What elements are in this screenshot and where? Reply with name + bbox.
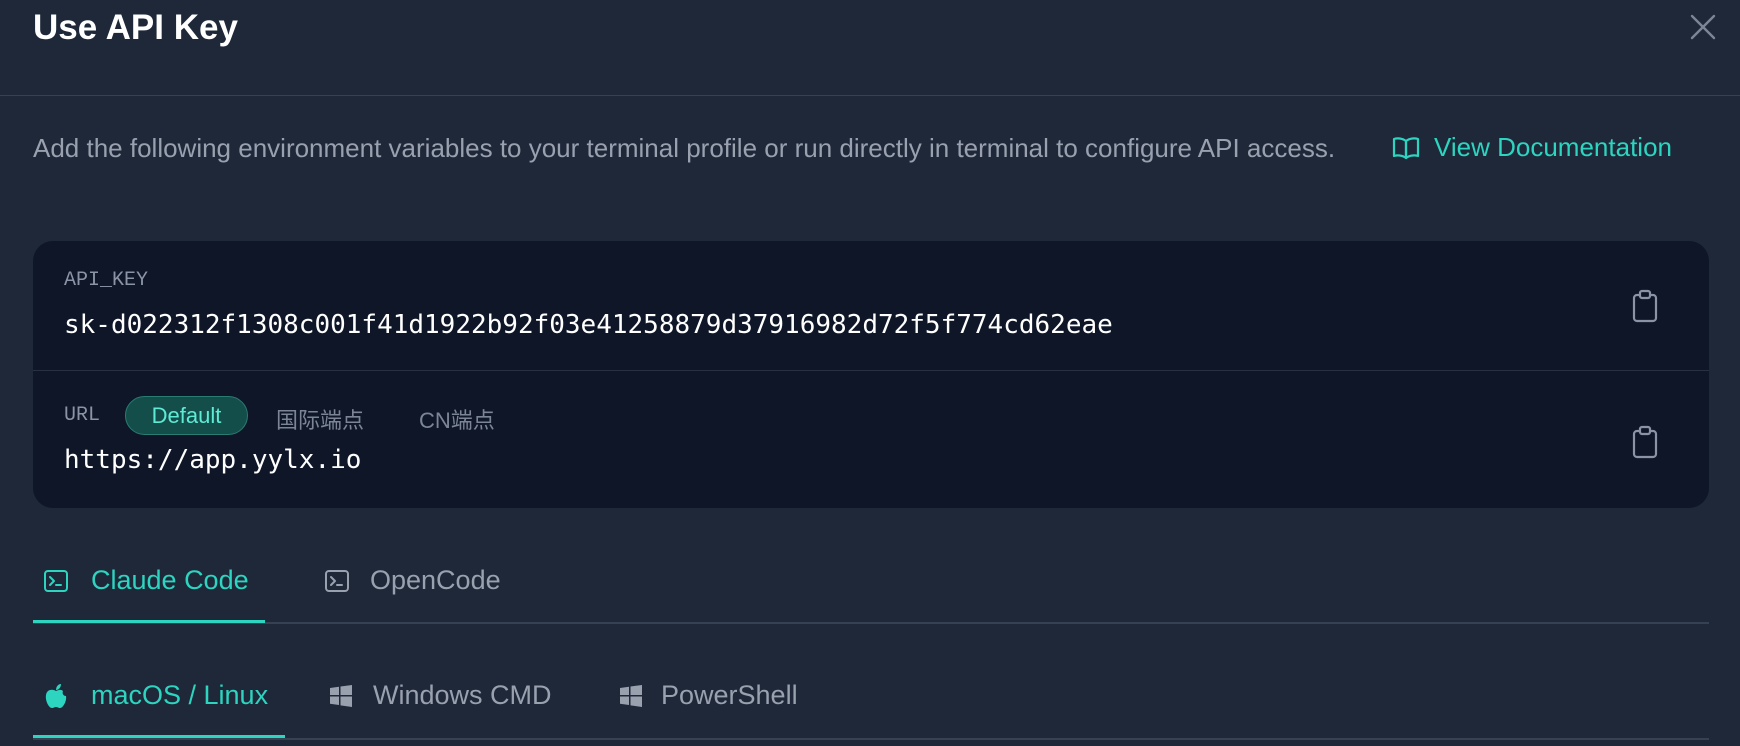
- url-option-international[interactable]: 国际端点: [276, 403, 364, 435]
- tab-claude-code[interactable]: Claude Code: [43, 565, 249, 596]
- tab-windows-cmd[interactable]: Windows CMD: [329, 680, 552, 711]
- copy-api-key-button[interactable]: [1630, 289, 1660, 323]
- url-label: URL: [64, 404, 101, 427]
- dialog-title: Use API Key: [33, 8, 238, 47]
- tab-macos-linux[interactable]: macOS / Linux: [43, 680, 268, 711]
- tab-opencode[interactable]: OpenCode: [324, 565, 501, 596]
- url-value[interactable]: https://app.yylx.io: [64, 445, 361, 475]
- view-documentation-label: View Documentation: [1434, 132, 1672, 162]
- tab-label: Claude Code: [91, 565, 249, 595]
- api-key-label: API_KEY: [64, 269, 149, 292]
- dialog-description: Add the following environment variables …: [33, 133, 1336, 163]
- close-icon: [1690, 14, 1716, 40]
- book-open-icon: [1392, 136, 1420, 159]
- credentials-card: API_KEY sk-d022312f1308c001f41d1922b92f0…: [33, 241, 1709, 508]
- url-option-cn[interactable]: CN端点: [419, 403, 495, 435]
- windows-icon: [330, 684, 352, 707]
- tab-label: OpenCode: [370, 565, 501, 595]
- tab-powershell[interactable]: PowerShell: [619, 680, 798, 711]
- clipboard-icon: [1632, 425, 1658, 459]
- card-divider: [33, 370, 1709, 371]
- api-key-dialog: Use API Key Add the following environmen…: [0, 0, 1740, 746]
- os-tabs: macOS / Linux Windows CMD PowerShell: [33, 652, 1709, 740]
- apple-icon: [45, 683, 67, 708]
- active-tab-indicator: [33, 735, 285, 738]
- view-documentation-link[interactable]: View Documentation: [1392, 132, 1672, 163]
- tab-label: PowerShell: [661, 680, 798, 710]
- windows-icon: [620, 684, 642, 707]
- tab-label: Windows CMD: [373, 680, 552, 710]
- clipboard-icon: [1632, 289, 1658, 323]
- api-key-value[interactable]: sk-d022312f1308c001f41d1922b92f03e412588…: [64, 310, 1113, 340]
- url-option-default[interactable]: Default: [125, 396, 248, 435]
- copy-url-button[interactable]: [1630, 425, 1660, 459]
- dialog-header: Use API Key: [0, 0, 1740, 96]
- terminal-icon: [325, 569, 349, 592]
- tool-tabs: Claude Code OpenCode: [33, 536, 1709, 624]
- close-button[interactable]: [1688, 12, 1718, 42]
- terminal-icon: [44, 569, 68, 592]
- active-tab-indicator: [33, 620, 265, 623]
- tab-label: macOS / Linux: [91, 680, 269, 710]
